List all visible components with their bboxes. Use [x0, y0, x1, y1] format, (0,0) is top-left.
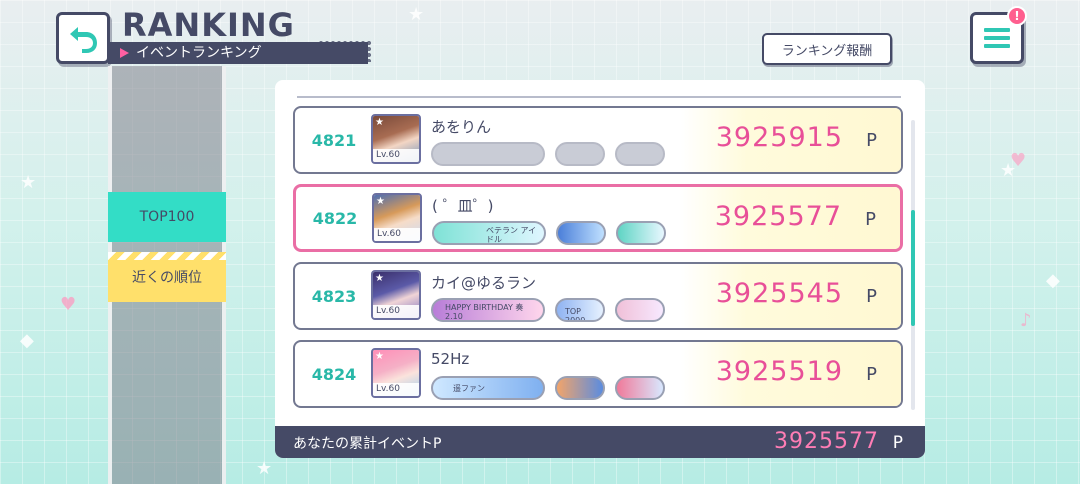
player-name: 52Hz	[431, 350, 470, 368]
music-note-decoration: ♪	[1020, 310, 1032, 331]
points-unit: P	[866, 286, 877, 307]
character-badge	[615, 376, 665, 400]
event-points: 3925915	[715, 122, 843, 153]
title-badge: ベテラン アイドル	[432, 221, 546, 245]
scrollbar-thumb[interactable]	[911, 210, 915, 326]
event-points: 3925545	[715, 278, 843, 309]
tab-nearby-rank[interactable]: 近くの順位	[108, 252, 226, 302]
empty-badge-slot	[615, 142, 665, 166]
heart-decoration: ♥	[60, 294, 77, 315]
title-badge: HAPPY BIRTHDAY 奏 2.10	[431, 298, 545, 322]
back-arrow-icon	[70, 27, 97, 53]
ranking-row[interactable]: 4823 ★ Lv.60 カイ@ゆるラン HAPPY BIRTHDAY 奏 2.…	[293, 262, 903, 330]
heart-decoration: ♥	[1010, 150, 1027, 171]
star-decoration: ★	[20, 172, 37, 193]
ranking-row[interactable]: 4824 ★ Lv.60 52Hz 遥ファン 3925519 P	[293, 340, 903, 408]
level-label: Lv.60	[374, 228, 420, 241]
notification-badge: !	[1007, 6, 1027, 26]
ranking-row[interactable]: 4821 ★ Lv.60 あをりん 3925915 P	[293, 106, 903, 174]
character-badge	[616, 221, 666, 245]
star-icon: ★	[375, 351, 384, 362]
star-decoration: ★	[256, 458, 273, 479]
divider	[297, 96, 901, 98]
empty-badge-slot	[555, 142, 605, 166]
hamburger-menu-icon	[984, 28, 1010, 48]
title-badge: 遥ファン	[431, 376, 545, 400]
rank-number: 4821	[311, 130, 357, 150]
points-unit: P	[892, 433, 903, 453]
player-name: カイ@ゆるラン	[431, 274, 537, 292]
character-badge	[615, 298, 665, 322]
tab-nearby-rank-label: 近くの順位	[132, 270, 202, 286]
level-label: Lv.60	[373, 149, 419, 162]
rank-number: 4823	[311, 286, 357, 306]
avatar[interactable]: ★ Lv.60	[371, 114, 421, 164]
back-button[interactable]	[56, 12, 110, 64]
player-name: あをりん	[431, 118, 492, 136]
diamond-decoration: ◆	[1046, 270, 1060, 291]
ranking-badge: TOP 2000	[555, 298, 605, 322]
my-total-points-bar: あなたの累計イベントP 3925577 P	[275, 426, 925, 458]
tab-top100[interactable]: TOP100	[108, 192, 226, 242]
points-unit: P	[866, 364, 877, 385]
my-total-points-label: あなたの累計イベントP	[293, 436, 442, 452]
halftone-decoration	[318, 40, 372, 62]
points-unit: P	[865, 209, 876, 230]
level-label: Lv.60	[373, 305, 419, 318]
empty-badge-slot	[431, 142, 545, 166]
event-points: 3925577	[714, 201, 842, 232]
ranking-list-panel[interactable]: 4821 ★ Lv.60 あをりん 3925915 P 4822 ★ Lv.60…	[275, 80, 925, 458]
avatar[interactable]: ★ Lv.60	[371, 270, 421, 320]
avatar[interactable]: ★ Lv.60	[371, 348, 421, 398]
rank-number: 4824	[311, 364, 357, 384]
points-unit: P	[866, 130, 877, 151]
level-label: Lv.60	[373, 383, 419, 396]
character-badge	[556, 221, 606, 245]
diamond-decoration: ◆	[20, 330, 34, 351]
ranking-row-self[interactable]: 4822 ★ Lv.60 ( ゜皿゜) ベテラン アイドル 3925577 P	[293, 184, 903, 252]
star-icon: ★	[375, 117, 384, 128]
ranking-reward-button[interactable]: ランキング報酬	[762, 33, 892, 65]
avatar[interactable]: ★ Lv.60	[372, 193, 422, 243]
star-icon: ★	[375, 273, 384, 284]
star-icon: ★	[376, 196, 385, 207]
event-points: 3925519	[715, 356, 843, 387]
my-total-points-value: 3925577	[774, 429, 879, 454]
rank-number: 4822	[312, 208, 358, 228]
player-name: ( ゜皿゜)	[432, 197, 494, 215]
star-decoration: ★	[408, 4, 425, 25]
character-badge	[555, 376, 605, 400]
page-title: RANKING	[122, 6, 295, 44]
